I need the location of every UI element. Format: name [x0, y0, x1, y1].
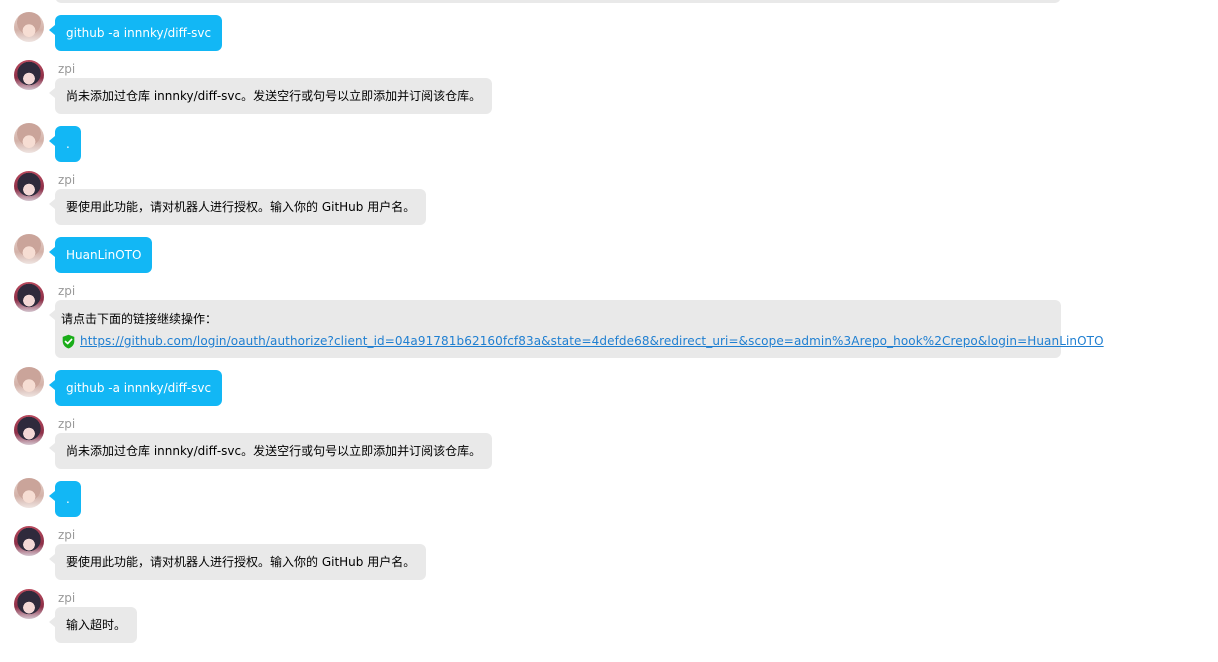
bot-message-bubble[interactable]: 尚未添加过仓库 innnky/diff-svc。发送空行或句号以立即添加并订阅该…: [48, 78, 493, 114]
user-message-bubble[interactable]: .: [49, 481, 81, 517]
sender-name: zpi: [58, 528, 76, 542]
oauth-authorize-link[interactable]: https://github.com/login/oauth/authorize…: [80, 331, 1104, 351]
bot-avatar[interactable]: [14, 60, 44, 90]
bot-avatar[interactable]: [14, 589, 44, 619]
bot-avatar[interactable]: [14, 171, 44, 201]
bot-avatar[interactable]: [14, 526, 44, 556]
bot-message-bubble[interactable]: 请点击下面的链接继续操作： https://github.com/login/o…: [49, 300, 1104, 358]
user-avatar[interactable]: [14, 367, 44, 397]
user-avatar[interactable]: [14, 123, 44, 153]
verified-shield-icon: [62, 334, 75, 348]
bot-avatar[interactable]: [14, 282, 44, 312]
bot-message-bubble[interactable]: 要使用此功能，请对机器人进行授权。输入你的 GitHub 用户名。: [48, 189, 427, 225]
link-row: https://github.com/login/oauth/authorize…: [61, 331, 1104, 351]
sender-name: zpi: [58, 284, 76, 298]
bot-avatar[interactable]: [14, 415, 44, 445]
sender-name: zpi: [58, 417, 76, 431]
user-message-bubble[interactable]: .: [49, 126, 81, 162]
bot-message-bubble[interactable]: 尚未添加过仓库 innnky/diff-svc。发送空行或句号以立即添加并订阅该…: [48, 433, 493, 469]
sender-name: zpi: [58, 62, 76, 76]
bot-message-bubble[interactable]: 输入超时。: [48, 607, 138, 643]
user-message-bubble[interactable]: github -a innnky/diff-svc: [48, 370, 223, 406]
user-message-bubble[interactable]: HuanLinOTO: [48, 237, 153, 273]
user-message-bubble[interactable]: github -a innnky/diff-svc: [48, 15, 223, 51]
user-avatar[interactable]: [14, 234, 44, 264]
user-avatar[interactable]: [14, 12, 44, 42]
bot-message-bubble[interactable]: 要使用此功能，请对机器人进行授权。输入你的 GitHub 用户名。: [48, 544, 427, 580]
sender-name: zpi: [58, 591, 76, 605]
message-text: 请点击下面的链接继续操作：: [61, 312, 218, 326]
previous-message-bubble: [55, 0, 1061, 3]
user-avatar[interactable]: [14, 478, 44, 508]
chat-history: github -a innnky/diff-svc zpi 尚未添加过仓库 in…: [0, 0, 1218, 662]
sender-name: zpi: [58, 173, 76, 187]
